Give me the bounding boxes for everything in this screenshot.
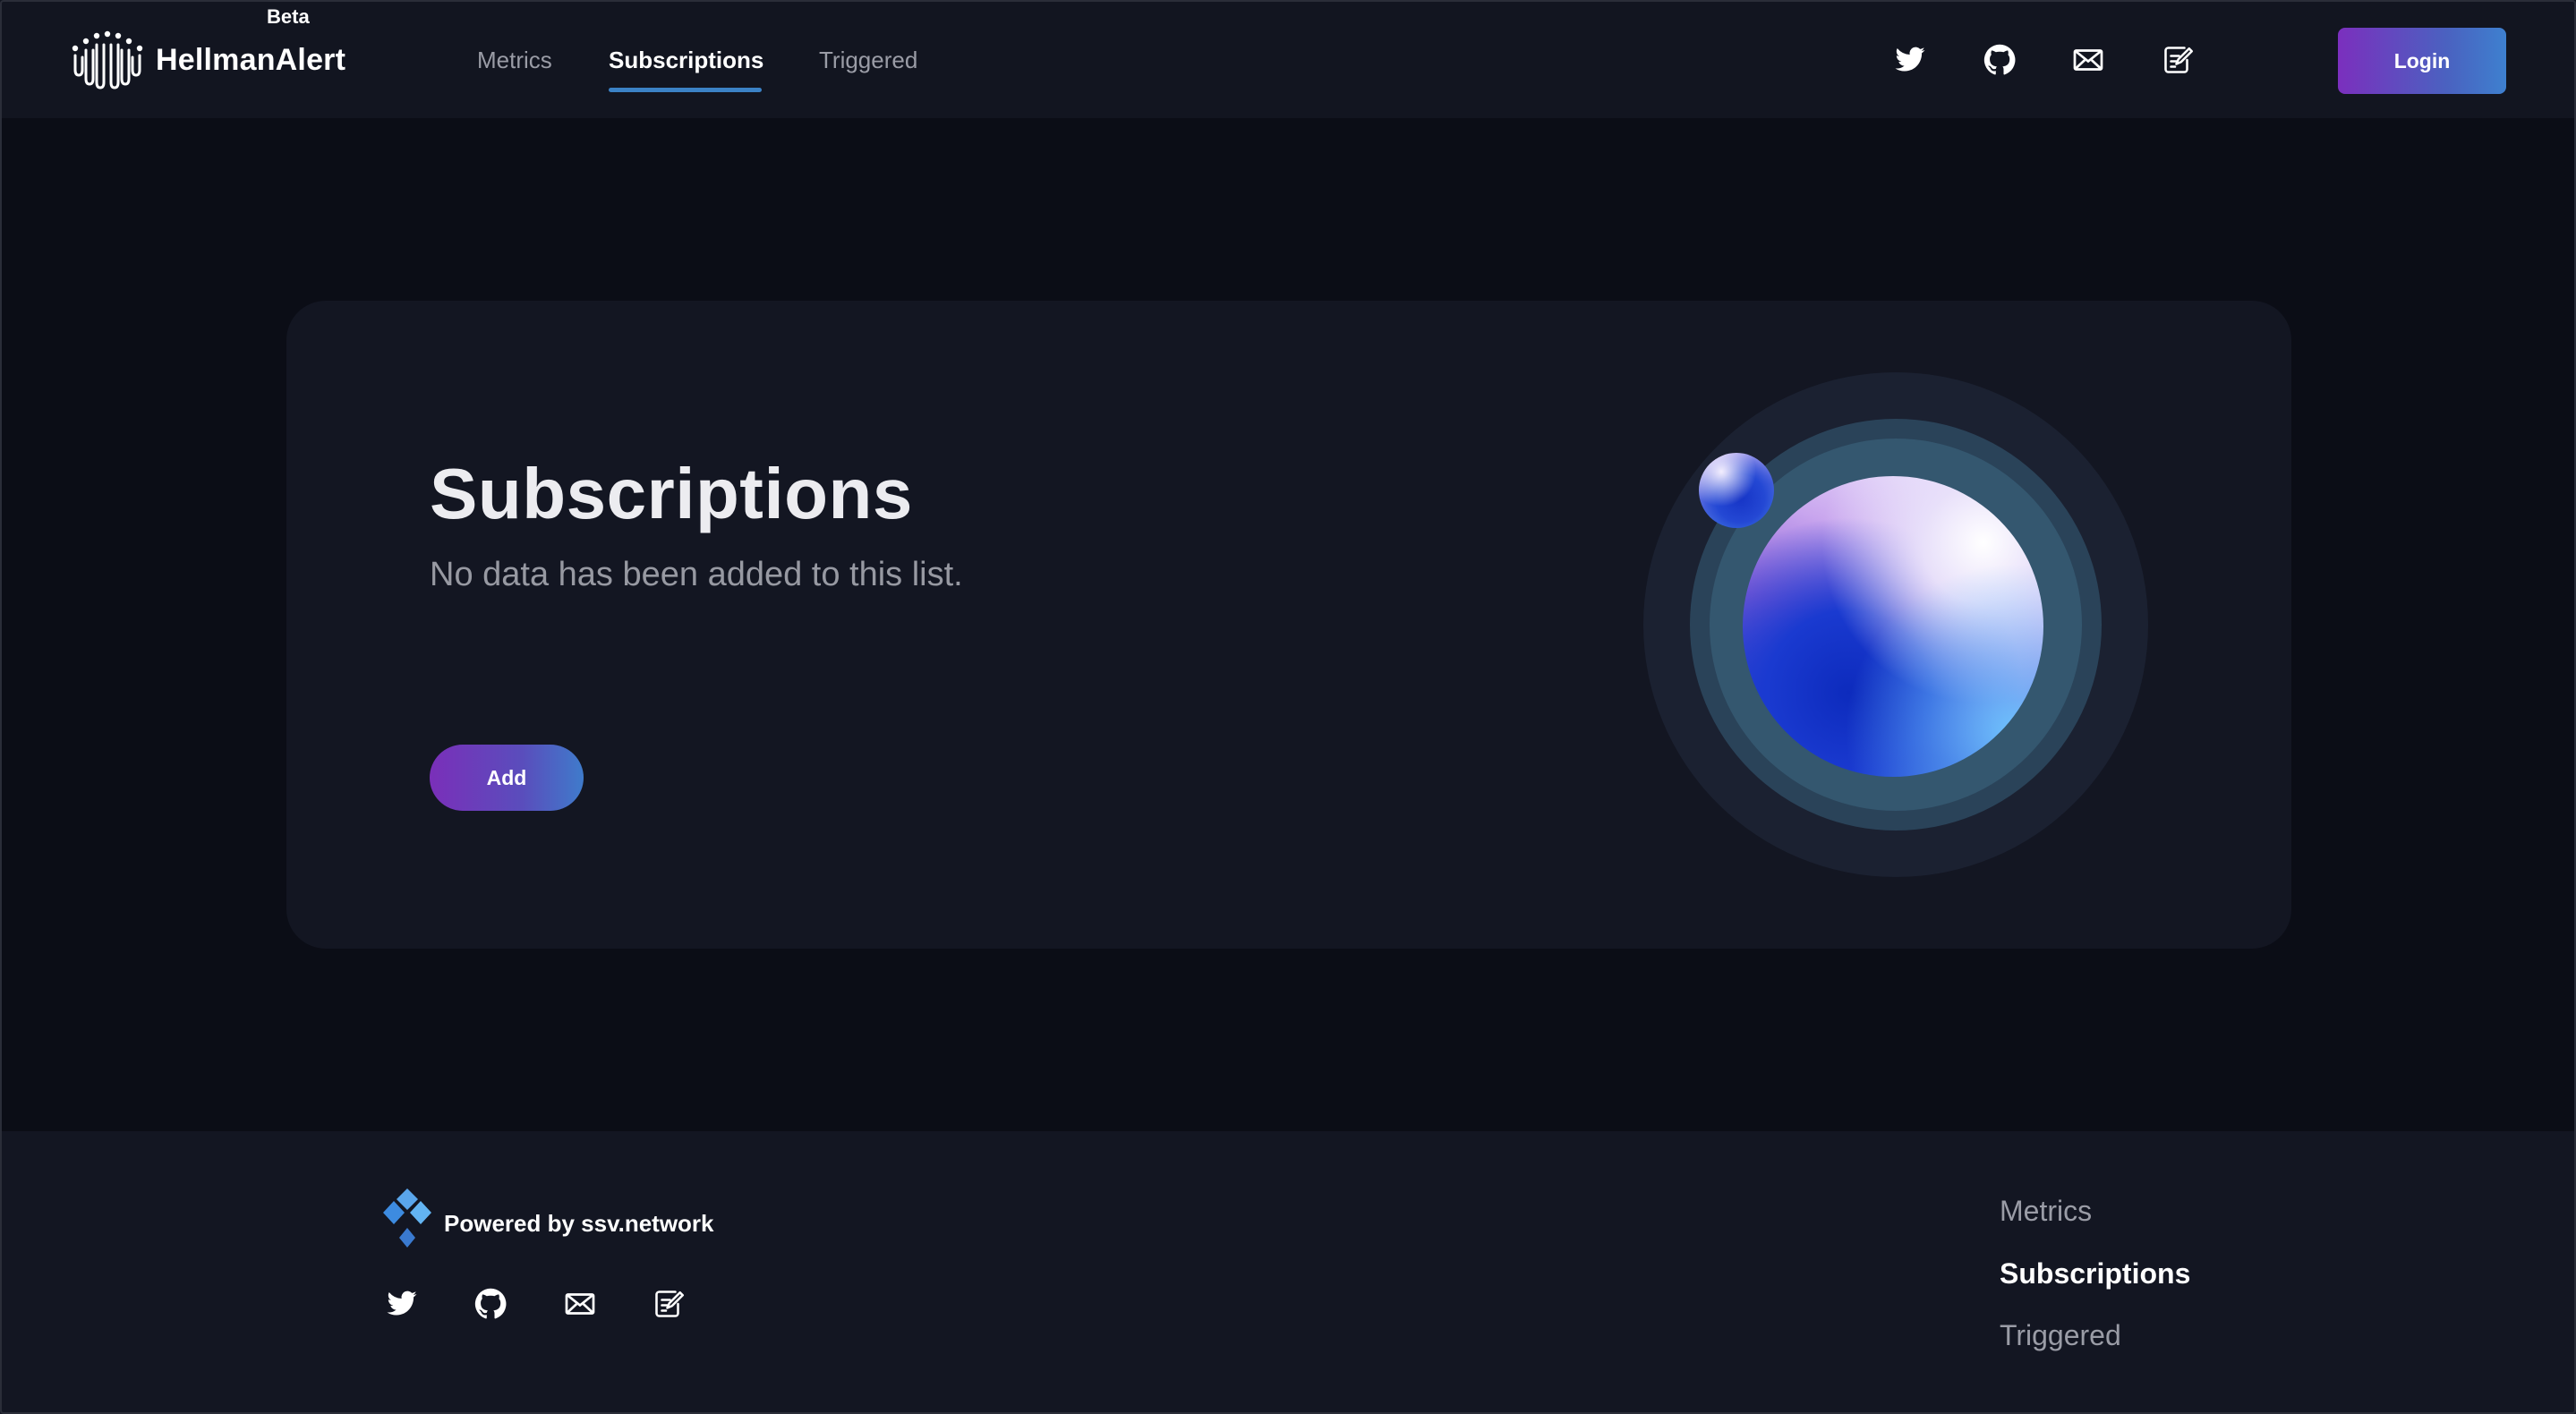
nav-metrics[interactable]: Metrics <box>477 47 552 74</box>
mail-icon[interactable] <box>561 1285 599 1323</box>
login-button[interactable]: Login <box>2338 28 2506 94</box>
footer-link-subscriptions[interactable]: Subscriptions <box>2000 1257 2190 1290</box>
hellman-logo-icon <box>72 30 143 89</box>
github-icon[interactable] <box>1981 41 2018 79</box>
footer-link-metrics[interactable]: Metrics <box>2000 1195 2092 1228</box>
twitter-icon[interactable] <box>1891 41 1929 79</box>
twitter-icon[interactable] <box>383 1285 421 1323</box>
app-logo[interactable]: HellmanAlert <box>70 30 345 89</box>
notes-edit-icon[interactable] <box>2159 41 2196 79</box>
beta-badge: Beta <box>267 5 310 28</box>
github-icon[interactable] <box>472 1285 509 1323</box>
brand-name: HellmanAlert <box>156 42 346 77</box>
top-navbar: HellmanAlert Beta Metrics Subscriptions … <box>0 0 2576 118</box>
empty-state-message: No data has been added to this list. <box>430 556 963 593</box>
add-button[interactable]: Add <box>430 745 584 811</box>
mail-icon[interactable] <box>2069 41 2107 79</box>
footer-link-triggered[interactable]: Triggered <box>2000 1319 2121 1352</box>
illustration-moon <box>1699 453 1774 528</box>
illustration-planet <box>1743 476 2043 777</box>
powered-by-text[interactable]: Powered by ssv.network <box>444 1210 714 1238</box>
page-title: Subscriptions <box>430 454 913 533</box>
nav-triggered[interactable]: Triggered <box>819 47 917 74</box>
nav-subscriptions[interactable]: Subscriptions <box>609 47 763 74</box>
ssv-logo-icon <box>383 1188 431 1248</box>
notes-edit-icon[interactable] <box>650 1285 687 1323</box>
active-nav-indicator <box>609 88 762 92</box>
